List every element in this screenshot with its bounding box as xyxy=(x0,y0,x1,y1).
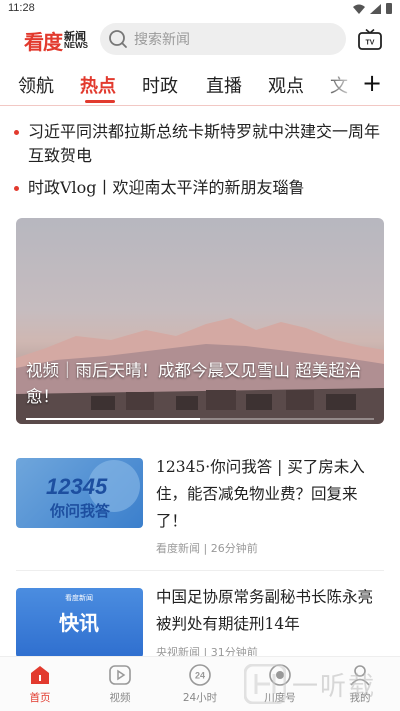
search-placeholder: 搜索新闻 xyxy=(134,32,190,48)
news-thumbnail: 12345 你问我答 xyxy=(16,458,143,528)
logo-sub-en: NEWS xyxy=(64,41,88,50)
headline-item[interactable]: 习近平同洪都拉斯总统卡斯特罗就中洪建交一周年互致贺电 xyxy=(14,120,386,168)
app-header: 看度 新闻 NEWS 搜索新闻 TV xyxy=(0,18,400,64)
signal-icon xyxy=(370,3,381,14)
news-source: 看度新闻 xyxy=(156,542,200,555)
tab-guandian[interactable]: 观点 xyxy=(268,72,304,98)
news-title: 中国足协原常务副秘书长陈永亮被判处有期徒刑14年 xyxy=(156,588,374,633)
svg-text:TV: TV xyxy=(366,40,375,47)
news-time: 26分钟前 xyxy=(210,542,258,555)
list-divider xyxy=(16,570,384,571)
thumb-text-line2: 你问我答 xyxy=(49,502,111,520)
thumbnail-graphic: 12345 你问我答 xyxy=(46,460,140,520)
nav-24h[interactable]: 24 24小时 xyxy=(170,663,230,705)
hero-title: 视频｜雨后天晴！成都今晨又见雪山 超美超治愈！ xyxy=(26,361,362,406)
video-icon xyxy=(109,665,131,685)
nav-home-label: 首页 xyxy=(29,692,51,704)
status-bar: 11:28 xyxy=(0,0,400,18)
tab-zhibo[interactable]: 直播 xyxy=(206,72,242,98)
nav-video-label: 视频 xyxy=(109,692,131,704)
status-icons xyxy=(353,3,392,14)
tab-linghang[interactable]: 领航 xyxy=(18,72,54,98)
logo-main-text: 看度 xyxy=(24,30,63,54)
search-input[interactable]: 搜索新闻 xyxy=(100,23,346,55)
svg-text:24: 24 xyxy=(195,671,205,681)
thumb-text-line1: 12345 xyxy=(46,474,108,499)
logo-sub: 新闻 NEWS xyxy=(64,31,88,50)
hero-progress-fill xyxy=(26,418,200,420)
news-thumbnail: 看度新闻 快讯 xyxy=(16,588,143,658)
active-tab-indicator xyxy=(85,100,115,103)
app-logo: 看度 新闻 NEWS xyxy=(24,26,88,55)
add-channel-button[interactable]: + xyxy=(362,70,382,96)
thumbnail-graphic: 看度新闻 快讯 xyxy=(59,593,99,635)
nav-24h-label: 24小时 xyxy=(182,692,218,704)
headline-text: 习近平同洪都拉斯总统卡斯特罗就中洪建交一周年互致贺电 xyxy=(28,122,381,165)
battery-icon xyxy=(386,3,392,14)
wifi-icon xyxy=(353,4,365,14)
headline-item[interactable]: 时政Vlog丨欢迎南太平洋的新朋友瑙鲁 xyxy=(14,176,386,200)
watermark-text: 一听载 xyxy=(292,671,377,702)
clock-24-icon: 24 xyxy=(189,664,211,686)
hero-progress-bar xyxy=(26,418,374,420)
news-list-item[interactable]: 12345 你问我答 12345·你问我答 | 买了房未入住，能否减免物业费？回… xyxy=(16,458,384,558)
tv-icon[interactable]: TV xyxy=(358,29,382,51)
thumb-text-line2: 快讯 xyxy=(59,611,99,635)
news-title: 12345·你问我答 | 买了房未入住，能否减免物业费？回复来了！ xyxy=(156,458,365,530)
nav-video[interactable]: 视频 xyxy=(90,663,150,705)
channel-tabs: 领航 热点 时政 直播 观点 文 + xyxy=(0,64,400,106)
watermark: 一听载 xyxy=(244,664,376,704)
search-icon xyxy=(109,30,127,48)
tab-fade xyxy=(318,64,358,104)
bullet-dot-icon xyxy=(14,186,19,191)
nav-home[interactable]: 首页 xyxy=(10,663,70,705)
headline-text: 时政Vlog丨欢迎南太平洋的新朋友瑙鲁 xyxy=(28,178,305,197)
tab-shizheng[interactable]: 时政 xyxy=(142,72,178,98)
watermark-logo-icon xyxy=(244,664,286,704)
news-meta: 看度新闻 | 26分钟前 xyxy=(156,542,258,555)
bullet-dot-icon xyxy=(14,130,19,135)
thumb-text-line1: 看度新闻 xyxy=(65,593,93,602)
hero-video-card[interactable]: 视频｜雨后天晴！成都今晨又见雪山 超美超治愈！ xyxy=(16,218,384,424)
home-icon xyxy=(31,666,49,684)
status-time: 11:28 xyxy=(8,2,35,14)
tab-redian[interactable]: 热点 xyxy=(80,72,116,98)
